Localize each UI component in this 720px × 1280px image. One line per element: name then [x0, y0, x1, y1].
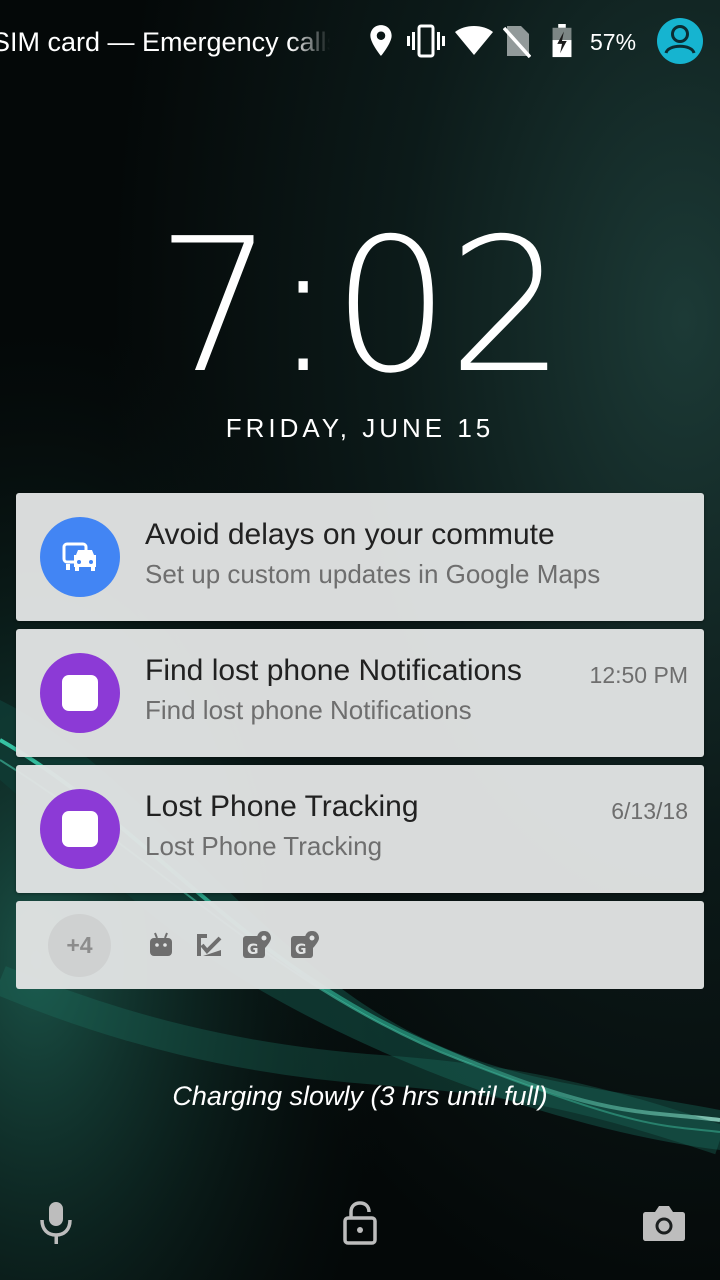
app-square-icon: [40, 789, 120, 869]
commute-car-icon: [40, 517, 120, 597]
no-sim-icon: [503, 26, 531, 58]
battery-charging-icon: [552, 24, 572, 58]
notification-card[interactable]: Avoid delays on your commute Set up cust…: [16, 493, 704, 621]
svg-text:G: G: [295, 942, 307, 958]
svg-text:G: G: [247, 942, 259, 958]
vibrate-icon: [407, 24, 445, 58]
notification-title: Avoid delays on your commute: [145, 518, 555, 551]
battery-percent: 57%: [590, 29, 637, 55]
notification-time: 6/13/18: [611, 798, 688, 824]
app-square-icon: [40, 653, 120, 733]
camera-icon[interactable]: [642, 1204, 686, 1242]
android-icon: [150, 932, 172, 956]
lock-icon[interactable]: [342, 1200, 378, 1246]
notification-title: Lost Phone Tracking: [145, 790, 419, 823]
status-bar: SIM card — Emergency calls only 57%: [0, 0, 720, 84]
notification-time: 12:50 PM: [589, 662, 688, 688]
user-avatar-icon[interactable]: [656, 17, 704, 65]
tasks-icon: [197, 934, 222, 956]
more-notifications-count: +4: [48, 914, 111, 977]
lockscreen-clock: 7:02: [156, 198, 565, 414]
notification-card[interactable]: Find lost phone Notifications 12:50 PM F…: [16, 629, 704, 757]
location-icon: [370, 25, 392, 56]
notification-overflow-shelf[interactable]: +4 G G: [16, 901, 704, 989]
google-maps-icon: G: [243, 931, 271, 958]
microphone-icon[interactable]: [38, 1200, 74, 1246]
notification-text: Find lost phone Notifications: [145, 695, 472, 725]
charging-status: Charging slowly (3 hrs until full): [172, 1081, 548, 1111]
lockscreen-date: FRIDAY, JUNE 15: [225, 413, 495, 443]
wifi-icon: [455, 26, 493, 55]
carrier-text: SIM card — Emergency calls only: [0, 27, 330, 57]
notification-card[interactable]: Lost Phone Tracking 6/13/18 Lost Phone T…: [16, 765, 704, 893]
notification-text: Lost Phone Tracking: [145, 831, 383, 861]
notification-text: Set up custom updates in Google Maps: [145, 559, 601, 589]
notification-title: Find lost phone Notifications: [145, 654, 522, 687]
google-maps-icon: G: [291, 931, 319, 958]
